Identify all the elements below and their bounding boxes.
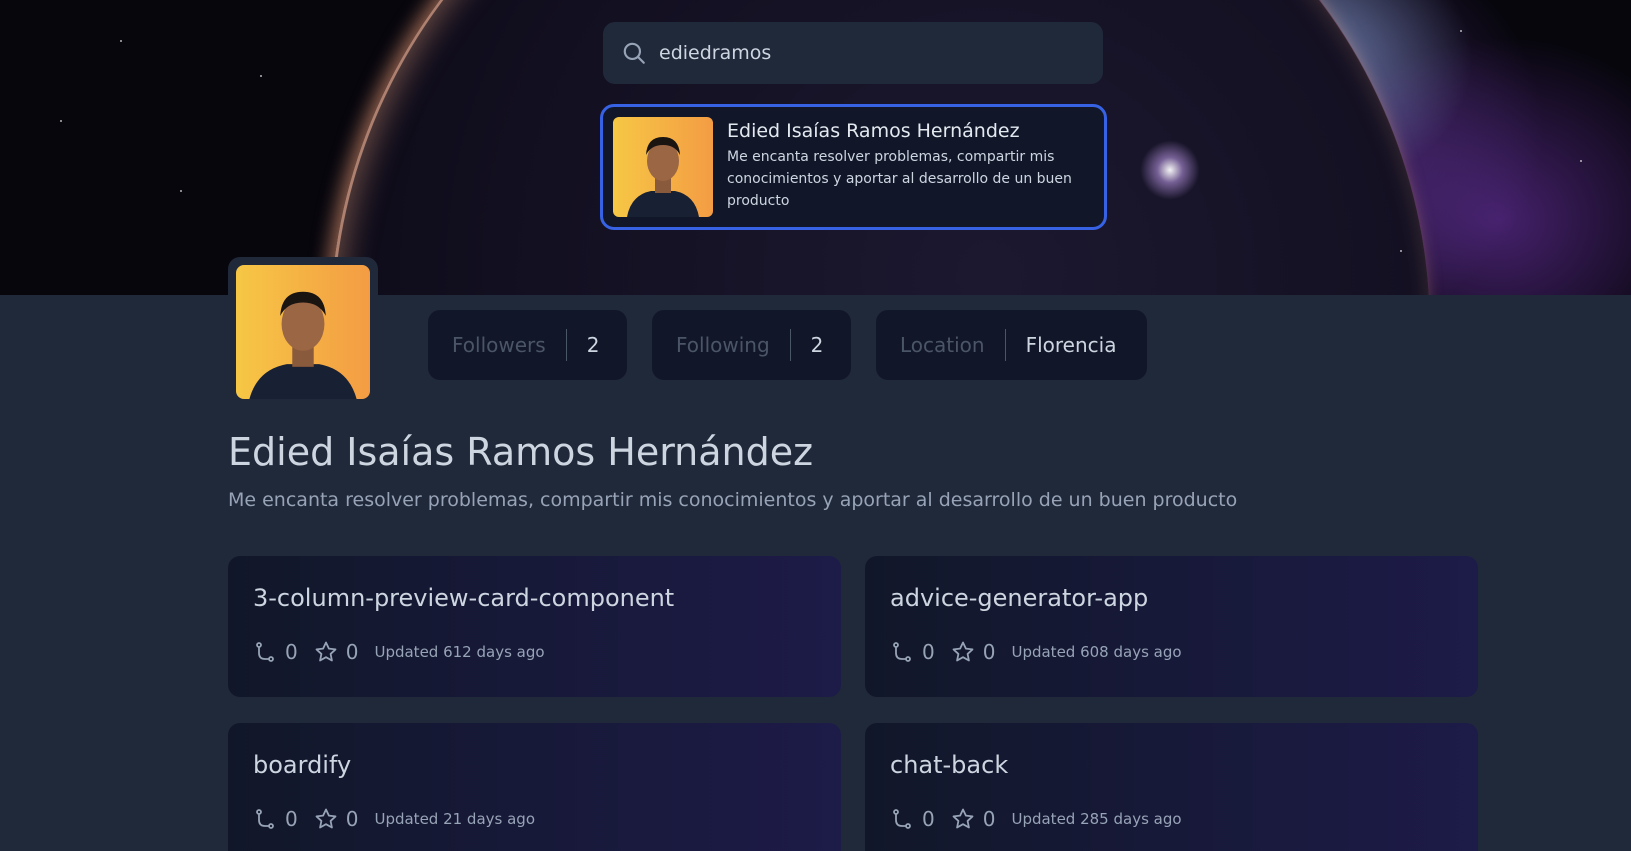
profile-avatar [236,265,370,399]
fork-count: 0 [922,807,935,831]
star-icon [315,641,337,662]
star [120,40,122,42]
profile-bio: Me encanta resolver problemas, compartir… [228,489,1238,511]
fork-count: 0 [285,807,298,831]
search-input[interactable] [659,42,1079,64]
stat-divider [565,329,567,361]
star-count: 0 [345,807,359,831]
portrait-image [613,117,713,217]
star-count: 0 [345,640,359,664]
fork-icon [256,809,274,829]
portrait-image [236,265,370,399]
search-icon [623,42,645,64]
stat-value: 2 [586,333,600,357]
search-result[interactable]: Edied Isaías Ramos Hernández Me encanta … [600,104,1107,230]
fork-count: 0 [922,640,935,664]
updated-text: Updated 608 days ago [1011,643,1182,661]
stat-value: Florencia [1025,333,1117,357]
repo-name[interactable]: advice-generator-app [890,584,1453,612]
star-count: 0 [982,807,996,831]
stat-value: 2 [810,333,824,357]
result-name: Edied Isaías Ramos Hernández [727,120,1020,142]
stat-label: Followers [452,333,546,357]
profile-name: Edied Isaías Ramos Hernández [228,430,814,474]
repo-card[interactable]: boardify 0 0 Updated 21 days ago [228,723,841,851]
repo-card[interactable]: advice-generator-app 0 0 Updated 608 day… [865,556,1478,697]
stat-followers: Followers 2 [428,310,627,380]
star [60,120,62,122]
repo-name[interactable]: 3-column-preview-card-component [253,584,816,612]
fork-icon [893,809,911,829]
nebula-glow [1140,140,1200,200]
result-bio: Me encanta resolver problemas, compartir… [727,149,1072,209]
fork-count: 0 [285,640,298,664]
star-icon [315,808,337,829]
star [1460,30,1462,32]
updated-text: Updated 285 days ago [1011,810,1182,828]
stat-following: Following 2 [652,310,851,380]
stat-label: Location [900,333,985,357]
stat-label: Following [676,333,770,357]
updated-text: Updated 612 days ago [374,643,545,661]
repo-name[interactable]: boardify [253,751,816,779]
result-avatar [613,117,713,217]
stat-location: Location Florencia [876,310,1147,380]
star-icon [952,808,974,829]
repo-card[interactable]: 3-column-preview-card-component 0 0 Upda… [228,556,841,697]
star [180,190,182,192]
star [260,75,262,77]
profile-avatar-frame [228,257,378,407]
updated-text: Updated 21 days ago [374,810,536,828]
repo-card[interactable]: chat-back 0 0 Updated 285 days ago [865,723,1478,851]
search-box[interactable] [603,22,1103,84]
stat-divider [789,329,791,361]
star [1400,250,1402,252]
fork-icon [256,642,274,662]
stat-divider [1004,329,1006,361]
repo-name[interactable]: chat-back [890,751,1453,779]
star-icon [952,641,974,662]
star-count: 0 [982,640,996,664]
fork-icon [893,642,911,662]
star [1580,160,1582,162]
